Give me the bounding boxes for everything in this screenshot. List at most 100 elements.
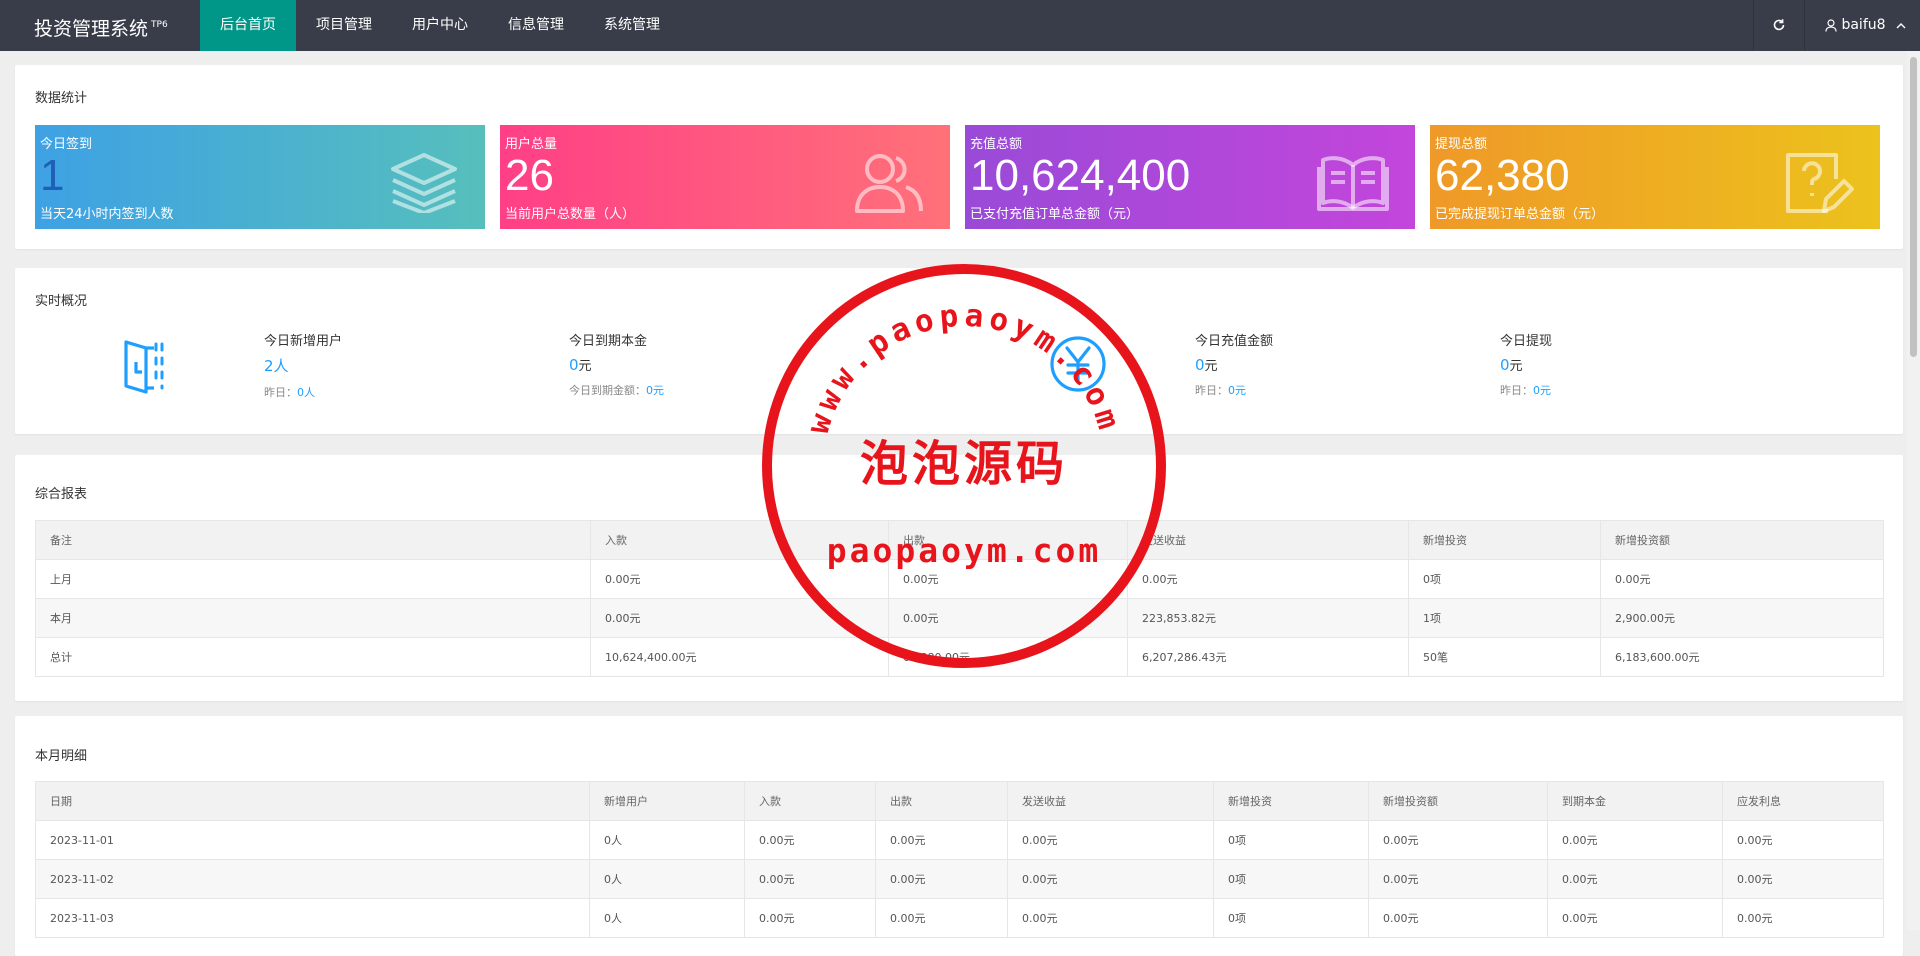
app-logo[interactable]: 投资管理系统 TP6 (34, 0, 168, 51)
table-cell: 上月 (35, 559, 591, 599)
table-cell: 10,624,400.00元 (590, 637, 889, 677)
stat-value: 1 (40, 151, 65, 200)
table-cell: 2023-11-02 (35, 859, 590, 899)
table-cell: 1项 (1408, 598, 1601, 638)
stat-value: 10,624,400 (970, 151, 1191, 200)
table-cell: 0.00元 (744, 859, 876, 899)
report-title: 综合报表 (35, 487, 88, 502)
stats-panel: 数据统计 今日签到 1 当天24小时内签到人数 用户总量 26 当前用户总数量（… (15, 65, 1903, 249)
report-table: 备注 入款 出款 发送收益 新增投资 新增投资额 上月 0.00元 0.00元 … (35, 520, 1884, 677)
rt-sub: 昨日：0元 (1195, 384, 1246, 397)
stat-label: 用户总量 (505, 137, 558, 152)
table-cell: 0项 (1213, 820, 1369, 860)
user-icon (1825, 19, 1837, 32)
table-cell: 0.00元 (744, 898, 876, 938)
table-row: 2023-11-01 0人 0.00元 0.00元 0.00元 0项 0.00元… (35, 820, 1884, 860)
nav-projects[interactable]: 项目管理 (296, 0, 392, 51)
refresh-icon (1773, 19, 1785, 31)
monthly-title: 本月明细 (35, 749, 88, 764)
table-row: 2023-11-03 0人 0.00元 0.00元 0.00元 0项 0.00元… (35, 898, 1884, 938)
table-cell: 2,900.00元 (1600, 598, 1884, 638)
table-cell: 62,380.00元 (888, 637, 1128, 677)
column-header: 入款 (744, 781, 876, 821)
realtime-new-users: 今日新增用户 2人 昨日：0人 (264, 330, 342, 400)
rt-value: 0元 (569, 356, 592, 374)
table-cell: 2023-11-01 (35, 820, 590, 860)
table-cell: 0项 (1408, 559, 1601, 599)
header-actions: baifu8 (1753, 0, 1920, 51)
app-title: 投资管理系统 (34, 18, 149, 40)
door-icon (124, 340, 164, 394)
stat-card-recharge[interactable]: 充值总额 10,624,400 已支付充值订单总金额（元） (965, 125, 1415, 229)
column-header: 发送收益 (1127, 520, 1409, 560)
column-header: 日期 (35, 781, 590, 821)
table-row: 总计 10,624,400.00元 62,380.00元 6,207,286.4… (35, 637, 1884, 677)
table-cell: 0.00元 (875, 859, 1008, 899)
monthly-panel: 本月明细 日期 新增用户 入款 出款 发送收益 新增投资 新增投资额 到期本金 … (15, 716, 1903, 956)
table-cell: 0.00元 (1368, 898, 1548, 938)
column-header: 出款 (875, 781, 1008, 821)
nav-info[interactable]: 信息管理 (488, 0, 584, 51)
stat-value: 62,380 (1435, 151, 1570, 200)
table-cell: 0.00元 (1722, 859, 1884, 899)
yuan-icon (1050, 336, 1106, 392)
stat-desc: 已完成提现订单总金额（元） (1435, 207, 1605, 222)
column-header: 新增投资额 (1368, 781, 1548, 821)
stat-desc: 当天24小时内签到人数 (40, 207, 174, 222)
nav-system[interactable]: 系统管理 (584, 0, 680, 51)
stat-card-checkin[interactable]: 今日签到 1 当天24小时内签到人数 (35, 125, 485, 229)
stat-value: 26 (505, 151, 554, 200)
rt-label: 今日提现 (1500, 334, 1553, 349)
table-cell: 0.00元 (1600, 559, 1884, 599)
table-cell: 0.00元 (1127, 559, 1409, 599)
table-cell: 0.00元 (1722, 898, 1884, 938)
table-cell: 0.00元 (1007, 859, 1214, 899)
rt-value: 2人 (264, 357, 289, 375)
rt-sub: 昨日：0元 (1500, 384, 1551, 397)
table-cell: 223,853.82元 (1127, 598, 1409, 638)
stat-label: 充值总额 (970, 137, 1023, 152)
page-scrollbar[interactable] (1907, 51, 1920, 930)
stat-card-users[interactable]: 用户总量 26 当前用户总数量（人） (500, 125, 950, 229)
table-cell: 0.00元 (1547, 820, 1723, 860)
rt-sub: 今日到期金额：0元 (569, 384, 664, 397)
column-header: 新增投资额 (1600, 520, 1884, 560)
column-header: 新增用户 (589, 781, 745, 821)
stat-card-withdraw[interactable]: 提现总额 62,380 已完成提现订单总金额（元） (1430, 125, 1880, 229)
table-cell: 0项 (1213, 859, 1369, 899)
main-nav: 后台首页 项目管理 用户中心 信息管理 系统管理 (200, 0, 680, 51)
report-panel: 综合报表 备注 入款 出款 发送收益 新增投资 新增投资额 上月 0.00元 0… (15, 455, 1903, 701)
users-icon (855, 154, 923, 213)
column-header: 应发利息 (1722, 781, 1884, 821)
user-menu[interactable]: baifu8 (1804, 0, 1920, 51)
table-cell: 0.00元 (590, 598, 889, 638)
column-header: 备注 (35, 520, 591, 560)
table-cell: 总计 (35, 637, 591, 677)
table-cell: 0.00元 (1547, 898, 1723, 938)
top-header: 投资管理系统 TP6 后台首页 项目管理 用户中心 信息管理 系统管理 baifu… (0, 0, 1920, 51)
username: baifu8 (1841, 17, 1886, 33)
table-cell: 0项 (1213, 898, 1369, 938)
refresh-button[interactable] (1753, 0, 1804, 51)
rt-sub: 昨日：0人 (264, 386, 315, 399)
nav-home[interactable]: 后台首页 (200, 0, 296, 51)
rt-value: 0元 (1195, 356, 1218, 374)
stat-label: 今日签到 (40, 137, 93, 152)
chevron-up-icon (1896, 22, 1906, 28)
realtime-panel: 实时概况 今日新增用户 2人 昨日：0人 今日到期本金 0元 今日到期金额：0元… (15, 268, 1903, 434)
rt-label: 今日充值金额 (1195, 334, 1274, 349)
rt-label: 今日到期本金 (569, 334, 648, 349)
column-header: 发送收益 (1007, 781, 1214, 821)
edit-question-icon (1786, 153, 1854, 213)
table-cell: 50笔 (1408, 637, 1601, 677)
table-cell: 0人 (589, 859, 745, 899)
scrollbar-thumb[interactable] (1910, 57, 1917, 357)
table-cell: 本月 (35, 598, 591, 638)
table-header-row: 日期 新增用户 入款 出款 发送收益 新增投资 新增投资额 到期本金 应发利息 (35, 781, 1884, 821)
table-cell: 6,183,600.00元 (1600, 637, 1884, 677)
rt-value: 0元 (1500, 356, 1523, 374)
nav-users[interactable]: 用户中心 (392, 0, 488, 51)
table-cell: 0人 (589, 820, 745, 860)
table-header-row: 备注 入款 出款 发送收益 新增投资 新增投资额 (35, 520, 1884, 560)
stat-desc: 已支付充值订单总金额（元） (970, 207, 1140, 222)
